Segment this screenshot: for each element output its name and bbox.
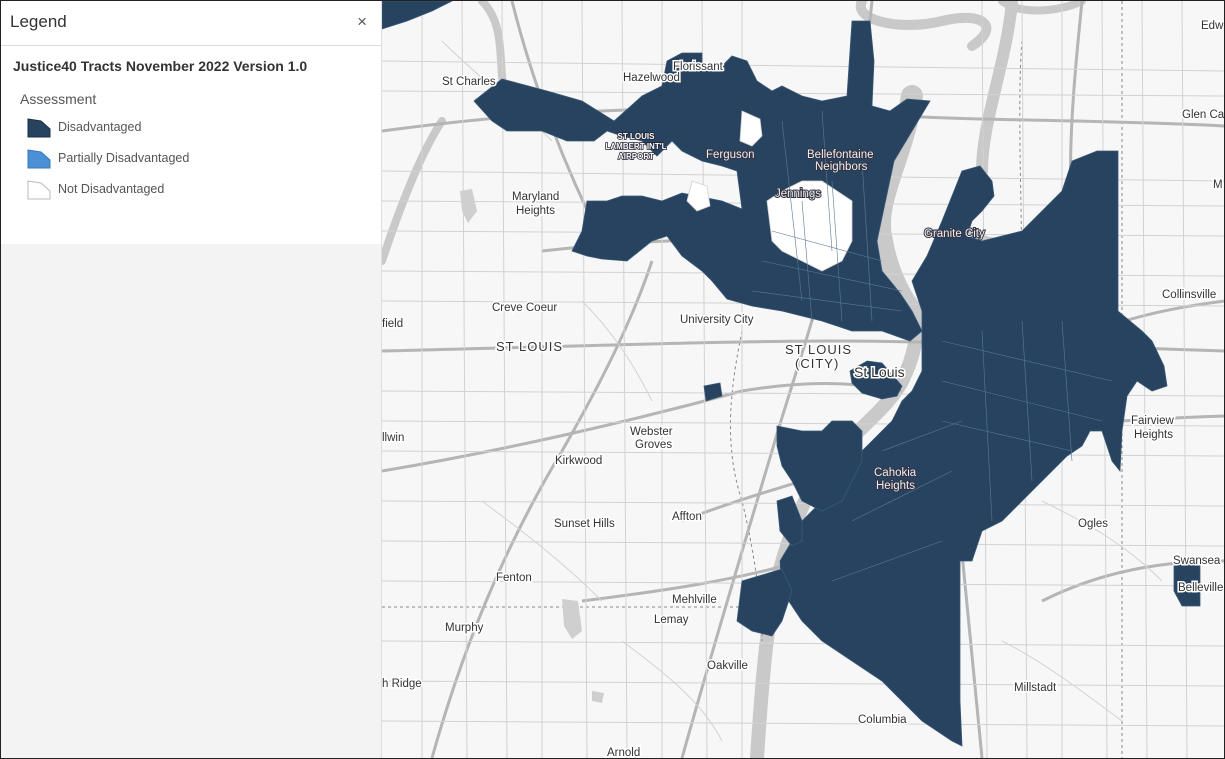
app-frame: Legend × Justice40 Tracts November 2022 …	[0, 0, 1225, 759]
label-airport-1: ST LOUIS	[618, 132, 656, 141]
legend-item-not-disadvantaged: Not Disadvantaged	[27, 177, 381, 200]
label-sunset-hills: Sunset Hills	[554, 518, 615, 530]
label-lemay: Lemay	[654, 614, 689, 626]
label-fenton: Fenton	[496, 572, 532, 584]
label-florissant: Florissant	[673, 61, 724, 73]
label-murphy: Murphy	[445, 622, 484, 634]
label-affton: Affton	[672, 511, 702, 523]
label-ballwin: llwin	[382, 432, 404, 444]
assessment-group-title: Assessment	[20, 91, 381, 107]
label-oakville: Oakville	[707, 660, 748, 672]
label-university-city: University City	[680, 314, 754, 326]
label-granite-city: Granite City	[924, 228, 985, 240]
legend-label-partially-disadvantaged: Partially Disadvantaged	[58, 151, 189, 165]
label-kirkwood: Kirkwood	[555, 455, 602, 467]
label-st-louis: St Louis	[854, 364, 905, 380]
legend-panel: Legend × Justice40 Tracts November 2022 …	[1, 1, 382, 758]
label-maryland-1: Maryland	[512, 191, 559, 203]
label-bellefontaine-2: Neighbors	[815, 161, 868, 173]
label-arnold: Arnold	[607, 747, 640, 758]
partially-disadvantaged-swatch-icon	[27, 147, 51, 169]
label-fairview-1: Fairview	[1131, 415, 1175, 427]
label-webster-1: Webster	[630, 426, 673, 438]
label-millstadt: Millstadt	[1014, 682, 1057, 694]
label-mehlville: Mehlville	[672, 594, 717, 606]
label-field: field	[382, 318, 403, 330]
layer-title: Justice40 Tracts November 2022 Version 1…	[13, 58, 381, 74]
close-icon[interactable]: ×	[357, 12, 367, 32]
label-st-louis-city-2: (CITY)	[795, 356, 839, 371]
label-swansea: Swansea	[1173, 555, 1221, 567]
label-ferguson: Ferguson	[706, 149, 755, 161]
legend-title: Legend	[10, 12, 67, 32]
label-airport-2: LAMBERT INT'L	[605, 142, 666, 151]
label-creve-coeur: Creve Coeur	[492, 302, 557, 314]
legend-label-disadvantaged: Disadvantaged	[58, 120, 141, 134]
legend-item-partially-disadvantaged: Partially Disadvantaged	[27, 146, 381, 169]
label-webster-2: Groves	[635, 439, 672, 451]
label-jennings: Jennings	[775, 188, 821, 200]
label-columbia: Columbia	[858, 714, 907, 726]
disadvantaged-swatch-icon	[27, 116, 51, 138]
legend-body: Justice40 Tracts November 2022 Version 1…	[1, 46, 381, 244]
legend-header: Legend ×	[1, 1, 381, 46]
label-st-charles: St Charles	[442, 76, 496, 88]
label-high-ridge: h Ridge	[382, 678, 422, 690]
label-bellefontaine-1: Bellefontaine	[807, 149, 874, 161]
label-edw: Edw	[1201, 20, 1224, 32]
label-collinsville: Collinsville	[1162, 289, 1216, 301]
label-st-louis-city-1: ST LOUIS	[785, 342, 852, 357]
label-belleville: Belleville	[1178, 582, 1223, 594]
label-m-edge: M	[1213, 179, 1223, 191]
label-fairview-2: Heights	[1134, 429, 1173, 441]
not-disadvantaged-swatch-icon	[27, 178, 51, 200]
map-view[interactable]: St Charles Hazelwood Florissant ST LOUIS…	[382, 1, 1225, 758]
map-canvas[interactable]: St Charles Hazelwood Florissant ST LOUIS…	[382, 1, 1225, 758]
label-maryland-2: Heights	[516, 205, 555, 217]
label-cahokia-1: Cahokia	[874, 467, 917, 479]
label-cahokia-2: Heights	[876, 480, 915, 492]
legend-label-not-disadvantaged: Not Disadvantaged	[58, 182, 164, 196]
label-glen-carbon: Glen Ca	[1182, 109, 1225, 121]
label-ogles: Ogles	[1078, 518, 1108, 530]
legend-item-disadvantaged: Disadvantaged	[27, 115, 381, 138]
label-st-louis-county: ST LOUIS	[496, 339, 563, 354]
label-hazelwood: Hazelwood	[623, 72, 680, 84]
label-airport-3: AIRPORT	[618, 152, 654, 161]
